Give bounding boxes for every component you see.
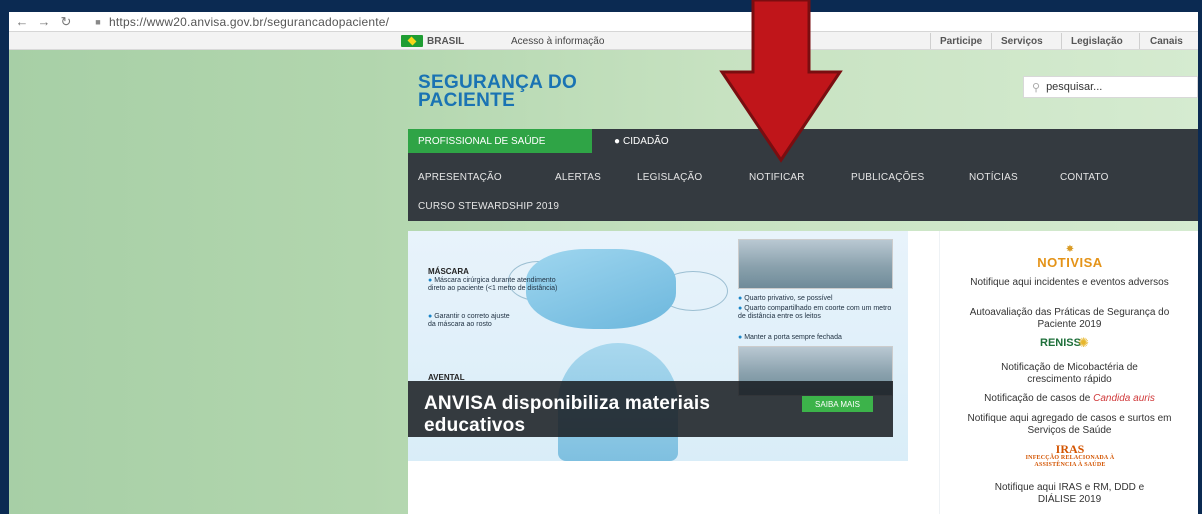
user-icon: ● (614, 135, 621, 147)
banner-mascara-text-2: ● Garantir o correto ajuste da máscara a… (428, 313, 510, 328)
iras-subtitle-2: ASSISTÊNCIA À SAÚDE (1034, 462, 1106, 468)
menu-notificar[interactable]: NOTIFICAR (749, 172, 805, 183)
gov-canais-link[interactable]: Canais (1150, 36, 1183, 47)
banner-quarto-text-2: ● Quarto compartilhado em coorte com um … (738, 305, 892, 320)
site-title[interactable]: SEGURANÇA DO PACIENTE (418, 73, 618, 111)
right-sidebar: ✸ NOTIVISA Notifique aqui incidentes e e… (939, 231, 1198, 514)
page: BRASIL Acesso à informação Participe Ser… (9, 32, 1198, 514)
candida-prefix: Notificação de casos de (984, 393, 1094, 404)
gov-separator (991, 33, 992, 49)
url-text[interactable]: https://www20.anvisa.gov.br/segurancadop… (109, 15, 389, 29)
notivisa-mark-icon: ✸ (1065, 244, 1075, 255)
banner-quarto-text-3-value: Manter a porta sempre fechada (744, 334, 842, 341)
banner-caption-text[interactable]: ANVISA disponibiliza materiais educativo… (424, 393, 804, 437)
link-micobacteria[interactable]: Notificação de Micobactéria de crescimen… (940, 362, 1198, 386)
link-agregado-surtos[interactable]: Notifique aqui agregado de casos e surto… (940, 413, 1198, 437)
banner-mascara-text-2-value: Garantir o correto ajuste da máscara ao … (428, 313, 510, 328)
gov-bar: BRASIL Acesso à informação Participe Ser… (9, 32, 1198, 50)
iras-logo[interactable]: IRAS INFECÇÃO RELACIONADA À ASSISTÊNCIA … (980, 443, 1160, 469)
menu-legislacao[interactable]: LEGISLAÇÃO (637, 172, 702, 183)
search-input[interactable] (1046, 81, 1187, 93)
reniss-logo[interactable]: RENISS ✺ (1040, 335, 1100, 353)
search-icon[interactable]: ⚲ (1032, 81, 1040, 94)
lock-icon: ■ (95, 16, 101, 27)
notivisa-logo[interactable]: ✸ NOTIVISA (1035, 245, 1105, 275)
link-notifique-incidentes[interactable]: Notifique aqui incidentes e eventos adve… (940, 277, 1198, 289)
menu-apresentacao[interactable]: APRESENTAÇÃO (418, 172, 502, 183)
notivisa-logo-text: NOTIVISA (1037, 255, 1103, 270)
banner-quarto-text-2-value: Quarto compartilhado em coorte com um me… (738, 305, 892, 320)
tab-profissional-de-saude[interactable]: PROFISSIONAL DE SAÚDE (408, 129, 592, 153)
search-box[interactable]: ⚲ (1023, 76, 1198, 98)
gov-participe-link[interactable]: Participe (940, 36, 982, 47)
menu-noticias[interactable]: NOTÍCIAS (969, 172, 1018, 183)
banner-quarto-text-3: ● Manter a porta sempre fechada (738, 334, 842, 341)
address-bar[interactable]: ← → ↻ ■ https://www20.anvisa.gov.br/segu… (9, 12, 1198, 32)
tab-label: PROFISSIONAL DE SAÚDE (418, 135, 546, 147)
room-photo-1 (738, 239, 893, 289)
menu-alertas[interactable]: ALERTAS (555, 172, 601, 183)
tab-cidadao[interactable]: ● CIDADÃO (604, 129, 679, 153)
link-iras-rm[interactable]: Notifique aqui IRAS e RM, DDD e DIÁLISE … (940, 482, 1198, 506)
gov-separator (1061, 33, 1062, 49)
back-arrow-icon[interactable]: ← (13, 14, 31, 29)
menu-publicacoes[interactable]: PUBLICAÇÕES (851, 172, 924, 183)
gov-acesso-link[interactable]: Acesso à informação (511, 36, 604, 47)
banner-mascara-title: MÁSCARA (428, 267, 469, 276)
reniss-logo-text: RENISS (1040, 337, 1081, 349)
saiba-mais-button[interactable]: SAIBA MAIS (802, 396, 873, 412)
banner-mascara-text-1: ● Máscara cirúrgica durante atendimento … (428, 277, 558, 292)
red-down-arrow (719, 0, 843, 163)
site-title-line2: PACIENTE (418, 90, 516, 111)
gov-separator (930, 33, 931, 49)
gov-separator (1139, 33, 1140, 49)
iras-subtitle-1: INFECÇÃO RELACIONADA À (1025, 455, 1115, 461)
content-area: MÁSCARA ● Máscara cirúrgica durante aten… (408, 231, 1198, 514)
link-candida-auris[interactable]: Notificação de casos de Candida auris (940, 393, 1198, 405)
banner-mascara-text-1-value: Máscara cirúrgica durante atendimento di… (428, 277, 558, 292)
menu-contato[interactable]: CONTATO (1060, 172, 1109, 183)
menu-curso-stewardship[interactable]: CURSO STEWARDSHIP 2019 (418, 201, 559, 212)
tab-label: CIDADÃO (623, 135, 669, 147)
candida-name: Candida auris (1093, 393, 1155, 404)
gov-legislacao-link[interactable]: Legislação (1071, 36, 1123, 47)
iras-title: IRAS (1055, 442, 1085, 456)
reniss-mark-icon: ✺ (1078, 335, 1089, 350)
forward-arrow-icon[interactable]: → (35, 14, 53, 29)
arrow-shape (719, 0, 843, 163)
banner-caption[interactable]: ANVISA disponibiliza materiais educativo… (408, 381, 893, 437)
gov-servicos-link[interactable]: Serviços (1001, 36, 1043, 47)
gov-brasil-link[interactable]: BRASIL (427, 36, 464, 47)
reload-icon[interactable]: ↻ (57, 14, 75, 30)
banner-quarto-text-1-value: Quarto privativo, se possível (744, 295, 833, 302)
link-autoavaliacao[interactable]: Autoavaliação das Práticas de Segurança … (940, 307, 1198, 331)
banner-quarto-text-1: ● Quarto privativo, se possível (738, 295, 833, 302)
brazil-flag-icon[interactable] (401, 35, 423, 47)
featured-banner[interactable]: MÁSCARA ● Máscara cirúrgica durante aten… (408, 231, 908, 461)
